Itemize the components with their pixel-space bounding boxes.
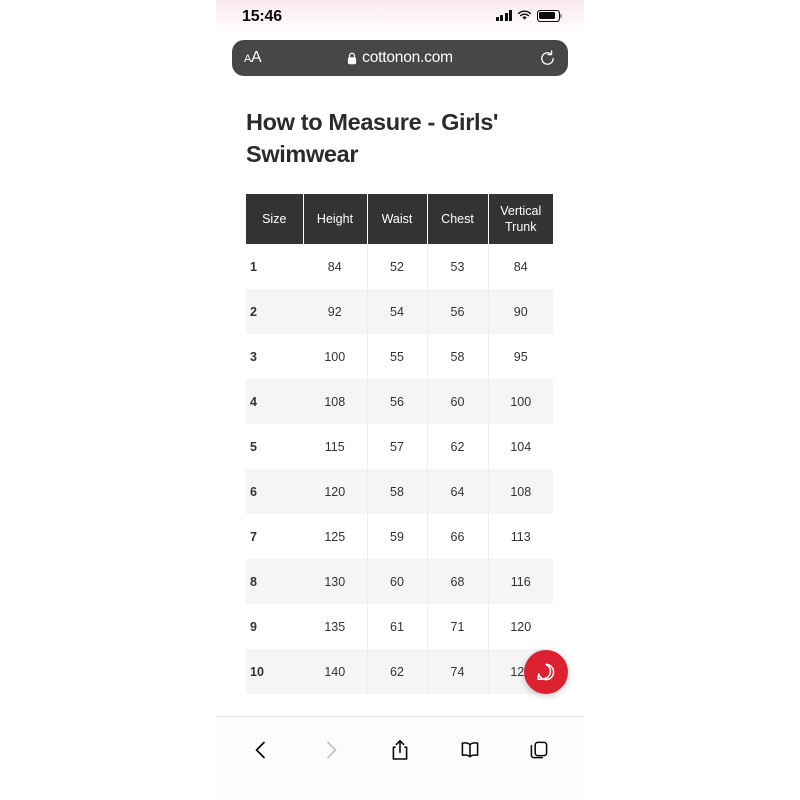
table-cell: 92 <box>303 289 368 334</box>
url-display: cottonon.com <box>232 49 568 67</box>
table-cell: 108 <box>303 379 368 424</box>
table-header-chest: Chest <box>427 194 489 244</box>
status-bar: 15:46 <box>216 0 584 36</box>
table-header-vertical-trunk: Vertical Trunk <box>488 194 553 244</box>
table-cell-size: 2 <box>246 289 303 334</box>
share-button[interactable] <box>383 733 417 767</box>
share-icon <box>392 740 408 760</box>
tabs-icon <box>530 741 548 759</box>
table-cell: 135 <box>303 604 368 649</box>
tabs-button[interactable] <box>522 733 556 767</box>
reload-icon <box>541 49 554 65</box>
table-cell: 57 <box>367 424 428 469</box>
table-cell: 55 <box>367 334 428 379</box>
table-cell-size: 3 <box>246 334 303 379</box>
table-row: 8 130 60 68 116 <box>246 559 553 604</box>
cellular-signal-icon <box>495 10 512 22</box>
table-cell-size: 6 <box>246 469 303 514</box>
table-cell: 59 <box>367 514 428 559</box>
table-row: 3 100 55 58 95 <box>246 334 553 379</box>
browser-chrome: AA cottonon.com <box>216 36 584 84</box>
table-cell: 68 <box>427 559 489 604</box>
book-icon <box>461 742 478 758</box>
status-time: 15:46 <box>242 8 282 25</box>
table-cell: 62 <box>427 424 489 469</box>
chevron-left-icon <box>255 741 265 759</box>
status-icons <box>495 10 562 22</box>
page-title: How to Measure - Girls' Swimwear <box>246 109 499 167</box>
back-button[interactable] <box>244 733 278 767</box>
table-row: 1 84 52 53 84 <box>246 244 553 289</box>
size-guide-table: Size Height Waist Chest Vertical Trunk 1… <box>246 194 553 694</box>
address-bar[interactable]: AA cottonon.com <box>232 40 568 76</box>
table-cell: 130 <box>303 559 368 604</box>
table-cell: 125 <box>303 514 368 559</box>
table-cell: 84 <box>488 244 553 289</box>
bookmarks-button[interactable] <box>453 733 487 767</box>
table-cell: 140 <box>303 649 368 694</box>
table-row: 6 120 58 64 108 <box>246 469 553 514</box>
table-cell: 90 <box>488 289 553 334</box>
table-cell: 64 <box>427 469 489 514</box>
table-cell: 100 <box>488 379 553 424</box>
web-page-content: How to Measure - Girls' Swimwear Size He… <box>216 84 584 716</box>
text-size-button[interactable]: AA <box>244 50 262 66</box>
wifi-icon <box>517 10 532 20</box>
reload-button[interactable] <box>539 49 556 67</box>
lock-icon <box>348 52 357 64</box>
table-cell: 62 <box>367 649 428 694</box>
table-cell: 53 <box>427 244 489 289</box>
table-cell-size: 9 <box>246 604 303 649</box>
table-cell: 115 <box>303 424 368 469</box>
phone-viewport: 15:46 AA cottonon.com How to Measure - G… <box>216 0 584 800</box>
table-cell-size: 1 <box>246 244 303 289</box>
chat-bubble-icon <box>537 663 555 681</box>
battery-icon <box>537 10 562 22</box>
table-cell: 54 <box>367 289 428 334</box>
table-cell-size: 4 <box>246 379 303 424</box>
table-cell-size: 10 <box>246 649 303 694</box>
table-cell: 52 <box>367 244 428 289</box>
url-text: cottonon.com <box>362 49 453 66</box>
table-cell: 113 <box>488 514 553 559</box>
table-row: 2 92 54 56 90 <box>246 289 553 334</box>
table-cell-size: 7 <box>246 514 303 559</box>
table-cell: 60 <box>427 379 489 424</box>
browser-toolbar <box>216 716 584 800</box>
forward-button[interactable] <box>314 733 348 767</box>
table-header-row: Size Height Waist Chest Vertical Trunk <box>246 194 553 244</box>
toolbar-buttons <box>216 717 584 767</box>
table-row: 10 140 62 74 124 <box>246 649 553 694</box>
table-cell: 56 <box>367 379 428 424</box>
table-cell: 116 <box>488 559 553 604</box>
table-cell: 120 <box>488 604 553 649</box>
table-cell: 58 <box>367 469 428 514</box>
table-cell: 120 <box>303 469 368 514</box>
table-cell: 84 <box>303 244 368 289</box>
table-row: 5 115 57 62 104 <box>246 424 553 469</box>
table-cell: 95 <box>488 334 553 379</box>
table-row: 4 108 56 60 100 <box>246 379 553 424</box>
table-cell: 61 <box>367 604 428 649</box>
table-header-waist: Waist <box>367 194 428 244</box>
table-cell: 74 <box>427 649 489 694</box>
table-cell: 108 <box>488 469 553 514</box>
table-cell: 60 <box>367 559 428 604</box>
table-row: 9 135 61 71 120 <box>246 604 553 649</box>
table-cell: 71 <box>427 604 489 649</box>
chat-button[interactable] <box>524 650 568 694</box>
table-row: 7 125 59 66 113 <box>246 514 553 559</box>
chevron-right-icon <box>326 741 336 759</box>
table-cell: 66 <box>427 514 489 559</box>
table-cell: 56 <box>427 289 489 334</box>
table-cell: 100 <box>303 334 368 379</box>
table-cell-size: 8 <box>246 559 303 604</box>
table-cell: 58 <box>427 334 489 379</box>
table-cell-size: 5 <box>246 424 303 469</box>
table-cell: 104 <box>488 424 553 469</box>
table-header-size: Size <box>246 194 304 244</box>
table-header-height: Height <box>303 194 368 244</box>
table-body: 1 84 52 53 84 2 92 54 56 90 3 100 55 58 95 4 108 56 60 100 5… <box>246 244 553 694</box>
